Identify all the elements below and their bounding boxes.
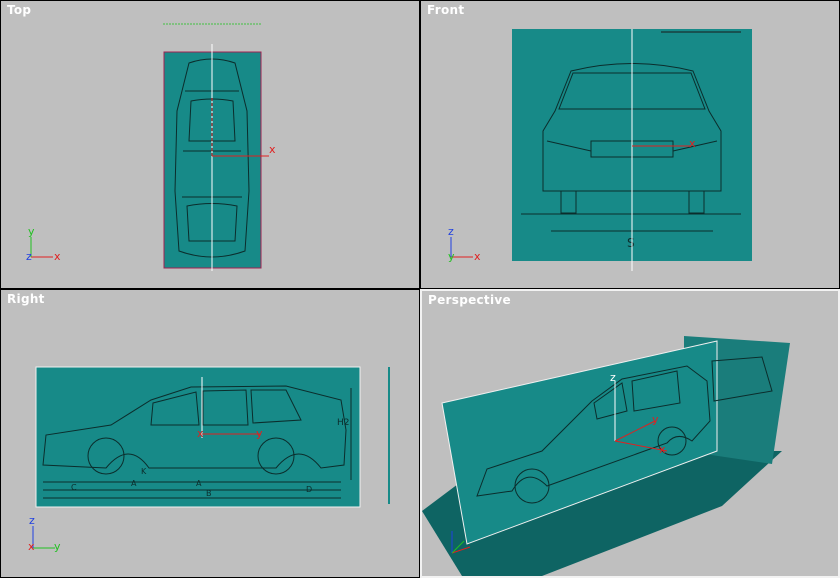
side-dim-c: C <box>71 483 77 492</box>
side-dim-b: B <box>206 489 212 498</box>
side-dim-a2: A <box>196 479 202 488</box>
side-dim-d: D <box>306 485 312 494</box>
corner-y-label: y <box>28 225 35 238</box>
front-view-canvas: S x x z y <box>448 29 752 271</box>
top-view-canvas: x x y z <box>26 23 276 271</box>
corner-z-label: z <box>29 514 35 527</box>
gizmo-y-label: y <box>652 413 659 426</box>
gizmo-z-label: z <box>610 371 616 384</box>
gizmo-x-label: x <box>197 427 204 440</box>
side-dim-k: K <box>141 467 147 476</box>
corner-z-label: z <box>448 225 454 238</box>
perspective-view-canvas: y x z <box>422 336 790 576</box>
corner-y-label: y <box>448 250 455 263</box>
right-view-canvas: H2 C A A B D K y x y z x <box>28 366 390 553</box>
viewport-right[interactable]: Right H2 C A A B D K y x y z x <box>0 289 420 578</box>
front-dimension-label: S <box>627 236 635 250</box>
gizmo-y-label: y <box>256 427 263 440</box>
side-height-label: H2 <box>337 418 350 428</box>
corner-x-label: x <box>474 250 481 263</box>
gizmo-x-label: x <box>689 137 696 150</box>
viewport-top[interactable]: Top x x y z <box>0 0 420 289</box>
corner-y-label: y <box>54 540 61 553</box>
corner-x-label: x <box>28 540 35 553</box>
gizmo-x-label: x <box>659 443 666 456</box>
corner-x-label: x <box>54 250 61 263</box>
corner-z-label: z <box>26 250 32 263</box>
side-dim-a1: A <box>131 479 137 488</box>
gizmo-x-label: x <box>269 143 276 156</box>
viewport-perspective[interactable]: Perspective y x z <box>420 289 840 578</box>
viewport-front[interactable]: Front S x x z y <box>420 0 840 289</box>
